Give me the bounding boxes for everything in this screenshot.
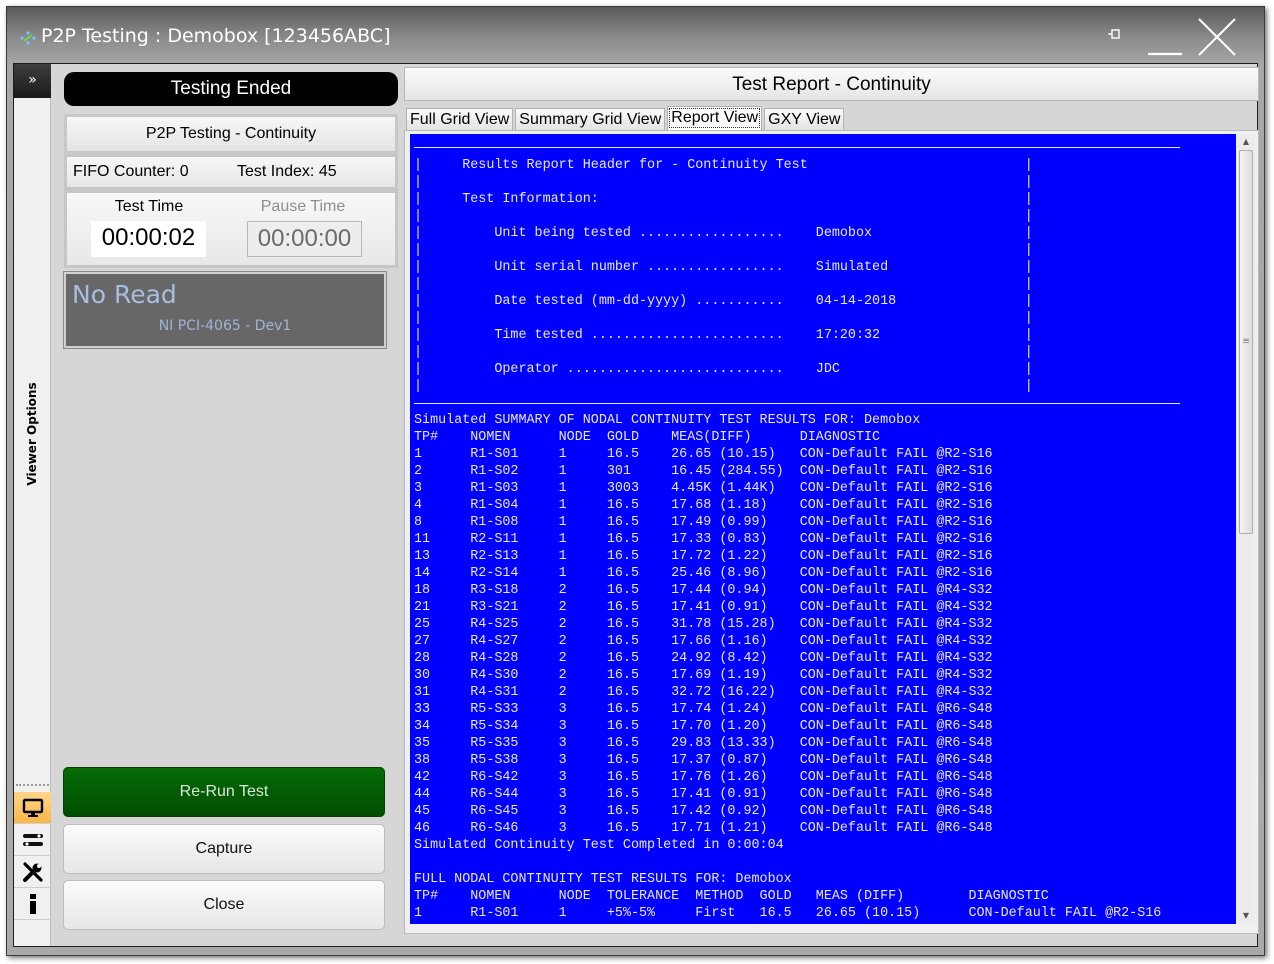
minimize-icon[interactable] xyxy=(1147,39,1183,57)
time-box: Test Time Pause Time 00:00:02 00:00:00 xyxy=(64,190,398,268)
counter-box: FIFO Counter: 0 Test Index: 45 xyxy=(64,154,398,190)
test-index: Test Index: 45 xyxy=(237,163,337,180)
scroll-up-arrow[interactable]: ▲ xyxy=(1237,134,1255,150)
viewer-options-sidebar: » Viewer Options xyxy=(14,64,51,946)
resize-grip[interactable] xyxy=(16,784,49,788)
test-time-value: 00:00:02 xyxy=(91,221,206,257)
title-bar[interactable]: P2P Testing : Demobox [123456ABC] xyxy=(7,7,1264,65)
status-banner: Testing Ended xyxy=(64,72,398,106)
tools-icon xyxy=(22,861,43,882)
view-tabs: Full Grid View Summary Grid View Report … xyxy=(406,106,846,130)
report-view-pane: | Results Report Header for - Continuity… xyxy=(404,130,1259,934)
scroll-down-arrow[interactable]: ▼ xyxy=(1237,908,1255,924)
test-time-label: Test Time xyxy=(114,198,184,215)
test-status-panel: Testing Ended P2P Testing - Continuity F… xyxy=(56,64,398,946)
report-text: | Results Report Header for - Continuity… xyxy=(414,158,1162,921)
info-icon xyxy=(29,893,36,914)
device-read-status: No Read xyxy=(72,280,177,309)
close-icon[interactable] xyxy=(1195,15,1239,59)
rerun-test-button[interactable]: Re-Run Test xyxy=(63,767,385,817)
device-status-box: No Read NI PCI-4065 - Dev1 xyxy=(63,271,387,349)
tab-report-view[interactable]: Report View xyxy=(667,106,763,130)
sidebar-button-tools[interactable] xyxy=(14,856,51,888)
fifo-counter: FIFO Counter: 0 xyxy=(73,163,189,180)
sliders-icon xyxy=(22,833,43,846)
report-title: Test Report - Continuity xyxy=(404,67,1259,101)
test-mode-label: P2P Testing - Continuity xyxy=(64,114,398,154)
scroll-thumb[interactable]: ≡ xyxy=(1239,150,1253,534)
client-area: » Viewer Options Testing Ended P2P Testi… xyxy=(13,63,1259,947)
grip-lines-icon: ≡ xyxy=(1242,336,1250,347)
capture-button[interactable]: Capture xyxy=(63,824,385,874)
pause-time-label: Pause Time xyxy=(260,198,346,215)
close-button[interactable]: Close xyxy=(63,880,385,930)
network-nodes-icon xyxy=(20,31,36,45)
viewer-options-tab[interactable]: Viewer Options xyxy=(16,374,48,494)
report-panel: Test Report - Continuity Full Grid View … xyxy=(404,64,1259,946)
sidebar-button-info[interactable] xyxy=(14,888,51,920)
tab-full-grid-view[interactable]: Full Grid View xyxy=(406,108,514,130)
sidebar-button-monitor[interactable] xyxy=(14,792,51,824)
report-scrollbar[interactable]: ▲ ≡ ▼ xyxy=(1237,134,1255,924)
restore-icon[interactable] xyxy=(1105,25,1125,45)
viewer-options-label: Viewer Options xyxy=(25,382,39,486)
pause-time-value: 00:00:00 xyxy=(247,221,362,257)
report-text-area[interactable]: | Results Report Header for - Continuity… xyxy=(410,134,1236,924)
tab-gxy-view[interactable]: GXY View xyxy=(764,108,845,130)
sidebar-button-settings[interactable] xyxy=(14,824,51,856)
app-window: P2P Testing : Demobox [123456ABC] » View… xyxy=(6,6,1265,956)
window-title: P2P Testing : Demobox [123456ABC] xyxy=(41,25,391,47)
monitor-icon xyxy=(22,798,43,817)
tab-summary-grid-view[interactable]: Summary Grid View xyxy=(515,108,666,130)
device-name: NI PCI-4065 - Dev1 xyxy=(158,318,292,334)
expand-sidebar-button[interactable]: » xyxy=(14,64,51,98)
